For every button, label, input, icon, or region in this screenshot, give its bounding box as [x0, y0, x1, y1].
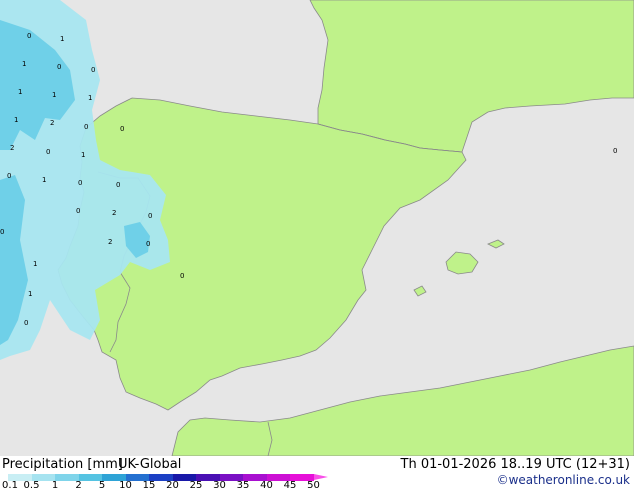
- colorbar-tick-label: 10: [119, 480, 132, 491]
- map-value: 1: [52, 91, 56, 99]
- precipitation-map-page: 0 1 1 0 0 1 1 1 1 2 0 2 0 1 0 0 1 0 0 0 …: [0, 0, 634, 491]
- map-value: 0: [7, 172, 11, 180]
- map-value: 0: [180, 272, 184, 280]
- colorbar-tick-label: 30: [213, 480, 226, 491]
- map-value: 1: [81, 151, 85, 159]
- colorbar-tick-label: 0.1: [2, 480, 18, 491]
- map-value: 0: [57, 63, 61, 71]
- colorbar-tick-label: 25: [189, 480, 203, 491]
- colorbar-tick-label: 5: [98, 480, 106, 491]
- map-value: 0: [116, 181, 120, 189]
- map-value: 0: [0, 228, 4, 236]
- legend-title: Precipitation [mm]: [2, 457, 123, 472]
- map-value: 0: [76, 207, 80, 215]
- colorbar-tick-label: 1: [51, 480, 59, 491]
- map-value: 0: [91, 66, 95, 74]
- colorbar-tick-label: 15: [142, 480, 156, 491]
- colorbar-tick-label: 2: [75, 480, 82, 491]
- map-value: 1: [22, 60, 26, 68]
- map-value: 0: [613, 147, 617, 155]
- colorbar-tick-label: 40: [260, 480, 273, 491]
- map-value: 1: [18, 88, 22, 96]
- map-value: 0: [148, 212, 152, 220]
- map-value: 2: [112, 209, 116, 217]
- map-value: 0: [46, 148, 50, 156]
- map-value: 0: [120, 125, 124, 133]
- colorbar-tick-label: 20: [166, 480, 179, 491]
- map-canvas: 0 1 1 0 0 1 1 1 1 2 0 2 0 1 0 0 1 0 0 0 …: [0, 0, 634, 456]
- map-value: 0: [78, 179, 82, 187]
- model-name: UK-Global: [118, 457, 182, 472]
- map-value: 0: [84, 123, 88, 131]
- map-value: 2: [50, 119, 54, 127]
- colorbar-tick-label: 50: [307, 480, 320, 491]
- map-value: 1: [14, 116, 18, 124]
- map-value: 1: [33, 260, 37, 268]
- map-value: 0: [27, 32, 31, 40]
- map-value: 1: [42, 176, 46, 184]
- map-value: 1: [88, 94, 92, 102]
- colorbar-tick-label: 35: [236, 480, 250, 491]
- map-value: 0: [146, 240, 150, 248]
- credit-link[interactable]: ©weatheronline.co.uk: [497, 473, 630, 487]
- map-value: 2: [10, 144, 14, 152]
- map-value: 1: [60, 35, 64, 43]
- map-value: 0: [24, 319, 28, 327]
- map-value: 2: [108, 238, 112, 246]
- map-value: 1: [28, 290, 32, 298]
- colorbar-tick-label: 45: [283, 480, 297, 491]
- colorbar-tick-label: 0.5: [23, 480, 40, 491]
- valid-time: Th 01-01-2026 18..19 UTC (12+31): [400, 457, 631, 472]
